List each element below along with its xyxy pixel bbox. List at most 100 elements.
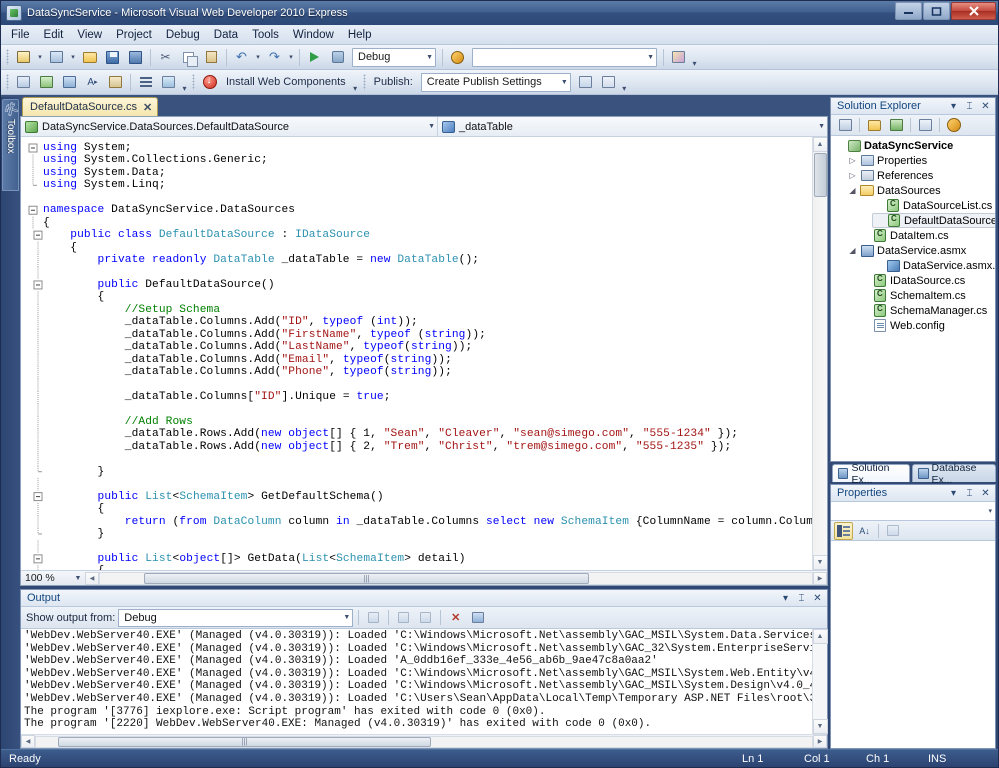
expander-icon[interactable]: ◢: [846, 186, 859, 195]
format-lines-icon[interactable]: [135, 72, 156, 93]
close-button[interactable]: [951, 2, 996, 20]
zoom-level[interactable]: 100 %: [21, 572, 71, 584]
edit-publish-icon[interactable]: [598, 72, 619, 93]
properties-object-select[interactable]: ▾: [831, 502, 995, 521]
go-to-next-message-icon[interactable]: [416, 608, 435, 627]
tree-item-idatasource-cs[interactable]: IDataSource.cs: [859, 273, 995, 288]
minimize-button[interactable]: [895, 2, 922, 20]
type-navigation-select[interactable]: DataSyncService.DataSources.DefaultDataS…: [21, 116, 438, 137]
output-source-select[interactable]: Debug ▼: [118, 608, 354, 627]
scroll-down-icon[interactable]: ▼: [812, 719, 828, 734]
toolbar-overflow-button[interactable]: ▾: [351, 72, 360, 93]
toolbar-grip[interactable]: [192, 74, 195, 90]
maximize-button[interactable]: [923, 2, 950, 20]
categorized-icon[interactable]: [834, 521, 853, 540]
output-horizontal-scrollbar[interactable]: |||: [35, 735, 813, 748]
properties-grid[interactable]: [831, 541, 995, 748]
install-web-components-icon[interactable]: [199, 72, 220, 93]
view-browser-icon[interactable]: [944, 116, 964, 134]
publish-settings-select[interactable]: Create Publish Settings ▼: [420, 72, 571, 92]
scissors-icon[interactable]: ✂: [155, 47, 176, 68]
pin-icon[interactable]: ⌶: [795, 592, 808, 605]
redo-arrow-icon[interactable]: ↷: [264, 47, 285, 68]
menu-project[interactable]: Project: [109, 26, 159, 44]
find-message-icon[interactable]: [364, 608, 383, 627]
refresh-icon[interactable]: [886, 116, 906, 134]
menu-file[interactable]: File: [4, 26, 37, 44]
editor-vertical-scrollbar[interactable]: ▲ ▼: [812, 137, 827, 570]
find-in-files-icon[interactable]: [668, 47, 689, 68]
undo-dropdown-icon[interactable]: ▾: [253, 47, 263, 68]
play-triangle-icon[interactable]: [304, 47, 325, 68]
clear-all-icon[interactable]: ✕: [446, 608, 465, 627]
tree-item-datasourcelist-cs[interactable]: DataSourceList.cs: [872, 198, 995, 213]
alphabetical-sort-icon[interactable]: A↓: [855, 522, 874, 540]
scroll-up-icon[interactable]: ▲: [812, 137, 827, 152]
scroll-right-icon[interactable]: ▶: [813, 571, 827, 585]
tree-item-schemamanager-cs[interactable]: SchemaManager.cs: [859, 303, 995, 318]
pin-icon[interactable]: ⌶: [963, 100, 976, 113]
pin-icon[interactable]: ⌶: [963, 487, 976, 500]
editor-horizontal-scrollbar[interactable]: |||: [99, 571, 813, 585]
object-browser-icon[interactable]: [105, 72, 126, 93]
scroll-left-icon[interactable]: ◀: [21, 735, 35, 748]
scroll-up-icon[interactable]: ▲: [812, 629, 828, 644]
css-properties-icon[interactable]: [158, 72, 179, 93]
chevron-down-icon[interactable]: ▾: [779, 592, 792, 605]
close-icon[interactable]: ✕: [979, 487, 992, 500]
redo-dropdown-icon[interactable]: ▾: [286, 47, 296, 68]
globe-icon[interactable]: [447, 47, 468, 68]
new-file-icon[interactable]: [13, 47, 34, 68]
publish-web-icon[interactable]: [575, 72, 596, 93]
save-icon[interactable]: [102, 47, 123, 68]
toolbar-grip[interactable]: [6, 74, 9, 90]
expander-icon[interactable]: ▷: [846, 156, 859, 165]
source-code[interactable]: using System; using System.Collections.G…: [43, 142, 812, 570]
install-web-components-label[interactable]: Install Web Components: [221, 76, 351, 88]
browser-debug-icon[interactable]: [327, 47, 348, 68]
solution-explorer-icon[interactable]: [13, 72, 34, 93]
output-text-surface[interactable]: 'WebDev.WebServer40.EXE' (Managed (v4.0.…: [21, 629, 812, 734]
copy-icon[interactable]: [178, 47, 199, 68]
solution-tree[interactable]: DataSyncService ▷ Properties ▷ References ◢ Da…: [831, 136, 995, 461]
scroll-down-icon[interactable]: ▼: [812, 555, 827, 570]
menu-view[interactable]: View: [70, 26, 109, 44]
close-icon[interactable]: ✕: [811, 592, 824, 605]
solution-configuration-select[interactable]: Debug ▼: [352, 47, 436, 67]
tree-item-defaultdatasource-cs[interactable]: DefaultDataSource.cs: [872, 213, 995, 228]
view-code-icon[interactable]: [915, 116, 935, 134]
paste-icon[interactable]: [201, 47, 222, 68]
menu-data[interactable]: Data: [207, 26, 245, 44]
menu-edit[interactable]: Edit: [37, 26, 71, 44]
toolbar-overflow-button[interactable]: ▾: [180, 72, 189, 93]
menu-tools[interactable]: Tools: [245, 26, 286, 44]
properties-page-icon[interactable]: [835, 116, 855, 134]
add-item-icon[interactable]: [46, 47, 67, 68]
scrollbar-thumb[interactable]: [813, 153, 827, 197]
code-text-surface[interactable]: using System; using System.Collections.G…: [43, 137, 812, 570]
scrollbar-thumb[interactable]: |||: [144, 572, 589, 584]
scrollbar-thumb[interactable]: |||: [58, 736, 431, 747]
toolbar-overflow-button[interactable]: ▾: [620, 72, 629, 93]
error-list-icon[interactable]: A ▸: [82, 72, 103, 93]
find-combo-input[interactable]: ▼: [472, 47, 657, 67]
toolbar-grip[interactable]: [6, 49, 9, 65]
close-icon[interactable]: ✕: [143, 101, 152, 114]
save-all-icon[interactable]: [125, 47, 146, 68]
chevron-down-icon[interactable]: ▾: [947, 100, 960, 113]
tab-solution-explorer[interactable]: Solution Ex...: [832, 462, 910, 486]
output-vertical-scrollbar[interactable]: ▲ ▼: [812, 629, 828, 734]
tree-item-properties[interactable]: ▷ Properties: [846, 153, 995, 168]
menu-window[interactable]: Window: [286, 26, 341, 44]
tree-item-schemaitem-cs[interactable]: SchemaItem.cs: [859, 288, 995, 303]
add-item-dropdown-icon[interactable]: ▾: [68, 47, 78, 68]
scroll-left-icon[interactable]: ◀: [85, 571, 99, 585]
tree-item-dataservice-asmx-cs[interactable]: DataService.asmx.cs: [872, 258, 995, 273]
tab-database-explorer[interactable]: Database Ex...: [912, 462, 996, 486]
open-folder-icon[interactable]: [79, 47, 100, 68]
properties-window-icon[interactable]: [36, 72, 57, 93]
zoom-chevron-down-icon[interactable]: ▼: [71, 575, 85, 582]
tree-item-dataitem-cs[interactable]: DataItem.cs: [859, 228, 995, 243]
tab-default-data-source[interactable]: DefaultDataSource.cs ✕: [22, 97, 159, 116]
toolbar-grip[interactable]: [362, 74, 366, 90]
